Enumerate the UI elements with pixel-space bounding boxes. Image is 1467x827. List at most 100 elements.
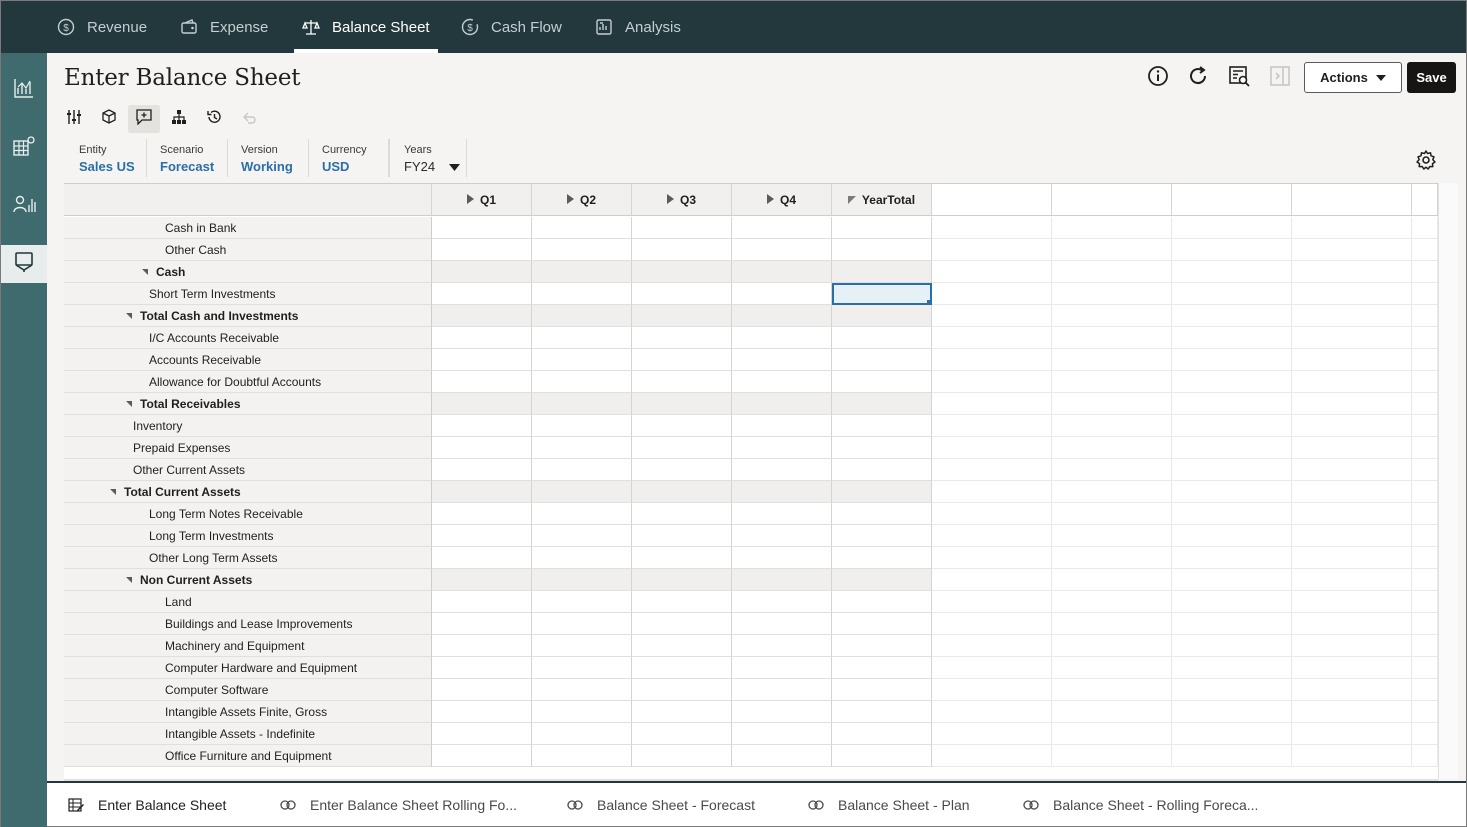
data-cell[interactable] — [632, 261, 732, 283]
data-cell[interactable] — [432, 305, 532, 327]
column-header-q4[interactable]: Q4 — [732, 184, 832, 216]
tab-balance-sheet[interactable]: Balance Sheet — [294, 1, 438, 53]
data-cell[interactable] — [832, 393, 932, 415]
data-cell[interactable] — [732, 327, 832, 349]
data-cell[interactable] — [732, 547, 832, 569]
data-cell[interactable] — [532, 261, 632, 283]
data-cell[interactable] — [432, 701, 532, 723]
collapse-icon[interactable] — [126, 312, 132, 319]
data-cell[interactable] — [832, 437, 932, 459]
data-cell[interactable] — [732, 239, 832, 261]
data-cell[interactable] — [432, 679, 532, 701]
data-cell[interactable] — [732, 701, 832, 723]
data-cell[interactable] — [732, 283, 832, 305]
data-cell[interactable] — [832, 679, 932, 701]
vertical-scrollbar[interactable] — [1438, 183, 1458, 779]
form-tab-rolling-forecast-2[interactable]: Balance Sheet - Rolling Foreca... — [1023, 783, 1258, 826]
data-cell[interactable] — [432, 657, 532, 679]
data-cell[interactable] — [532, 393, 632, 415]
expand-icon[interactable] — [566, 193, 574, 207]
expand-icon[interactable] — [466, 193, 474, 207]
data-cell[interactable] — [832, 481, 932, 503]
data-cell[interactable] — [532, 569, 632, 591]
smart-push-button[interactable] — [93, 105, 125, 133]
save-button[interactable]: Save — [1407, 62, 1456, 93]
row-header[interactable]: Other Current Assets — [64, 459, 432, 481]
row-header[interactable]: Office Furniture and Equipment — [64, 745, 432, 767]
form-tab-plan[interactable]: Balance Sheet - Plan — [808, 783, 970, 826]
data-cell[interactable] — [832, 371, 932, 393]
form-tab-rolling-forecast[interactable]: Enter Balance Sheet Rolling Fo... — [280, 783, 517, 826]
expand-icon[interactable] — [666, 193, 674, 207]
row-header[interactable]: Prepaid Expenses — [64, 437, 432, 459]
row-header[interactable]: Non Current Assets — [64, 569, 432, 591]
data-cell[interactable] — [532, 503, 632, 525]
data-cell[interactable] — [732, 635, 832, 657]
data-cell[interactable] — [732, 437, 832, 459]
data-cell[interactable] — [732, 459, 832, 481]
toggle-panel-button[interactable] — [1268, 65, 1292, 90]
pov-version[interactable]: Version Working — [227, 139, 309, 177]
data-cell[interactable] — [832, 459, 932, 481]
data-cell[interactable] — [832, 305, 932, 327]
actions-button[interactable]: Actions — [1304, 62, 1402, 93]
collapse-icon[interactable] — [847, 193, 856, 207]
data-cell[interactable] — [732, 393, 832, 415]
data-cell[interactable] — [532, 371, 632, 393]
sidebar-item-data[interactable] — [1, 129, 47, 167]
data-cell[interactable] — [832, 415, 932, 437]
sidebar-item-analytics[interactable] — [1, 187, 47, 225]
column-header-yeartotal[interactable]: YearTotal — [832, 184, 932, 216]
data-cell[interactable] — [432, 591, 532, 613]
data-cell[interactable] — [632, 283, 732, 305]
data-cell[interactable] — [632, 723, 732, 745]
pov-currency[interactable]: Currency USD — [308, 139, 389, 177]
data-cell[interactable] — [832, 723, 932, 745]
data-cell[interactable] — [632, 503, 732, 525]
data-cell[interactable] — [532, 701, 632, 723]
data-cell[interactable] — [732, 481, 832, 503]
data-cell[interactable] — [432, 261, 532, 283]
caret-down-icon[interactable] — [449, 159, 461, 174]
row-header[interactable]: Buildings and Lease Improvements — [64, 613, 432, 635]
data-cell[interactable] — [432, 239, 532, 261]
data-cell[interactable] — [632, 701, 732, 723]
row-header[interactable]: Cash in Bank — [64, 217, 432, 239]
data-cell[interactable] — [732, 261, 832, 283]
data-cell[interactable] — [632, 371, 732, 393]
data-cell[interactable] — [432, 283, 532, 305]
row-header[interactable]: Machinery and Equipment — [64, 635, 432, 657]
row-header[interactable]: Intangible Assets Finite, Gross — [64, 701, 432, 723]
data-cell[interactable] — [532, 305, 632, 327]
data-cell[interactable] — [832, 591, 932, 613]
row-header[interactable]: Intangible Assets - Indefinite — [64, 723, 432, 745]
data-cell[interactable] — [432, 547, 532, 569]
row-header[interactable]: I/C Accounts Receivable — [64, 327, 432, 349]
data-cell[interactable] — [632, 635, 732, 657]
row-header[interactable]: Total Cash and Investments — [64, 305, 432, 327]
data-cell[interactable] — [832, 525, 932, 547]
data-cell[interactable] — [732, 745, 832, 767]
data-cell[interactable] — [432, 723, 532, 745]
data-cell[interactable] — [632, 481, 732, 503]
data-cell[interactable] — [532, 481, 632, 503]
collapse-icon[interactable] — [110, 488, 116, 495]
collapse-icon[interactable] — [126, 576, 132, 583]
data-cell[interactable] — [432, 437, 532, 459]
row-header[interactable]: Total Current Assets — [64, 481, 432, 503]
tab-cash-flow[interactable]: $ Cash Flow — [461, 1, 562, 53]
data-cell[interactable] — [732, 503, 832, 525]
data-cell[interactable] — [532, 459, 632, 481]
row-header[interactable]: Inventory — [64, 415, 432, 437]
hierarchy-button[interactable] — [163, 105, 195, 133]
data-cell[interactable] — [632, 679, 732, 701]
collapse-icon[interactable] — [126, 400, 132, 407]
data-cell[interactable] — [632, 305, 732, 327]
data-cell[interactable] — [632, 437, 732, 459]
data-cell[interactable] — [632, 569, 732, 591]
data-cell[interactable] — [532, 547, 632, 569]
data-cell[interactable] — [832, 349, 932, 371]
sidebar-item-forms[interactable] — [1, 245, 47, 283]
pov-scenario[interactable]: Scenario Forecast — [146, 139, 228, 177]
data-cell[interactable] — [832, 327, 932, 349]
